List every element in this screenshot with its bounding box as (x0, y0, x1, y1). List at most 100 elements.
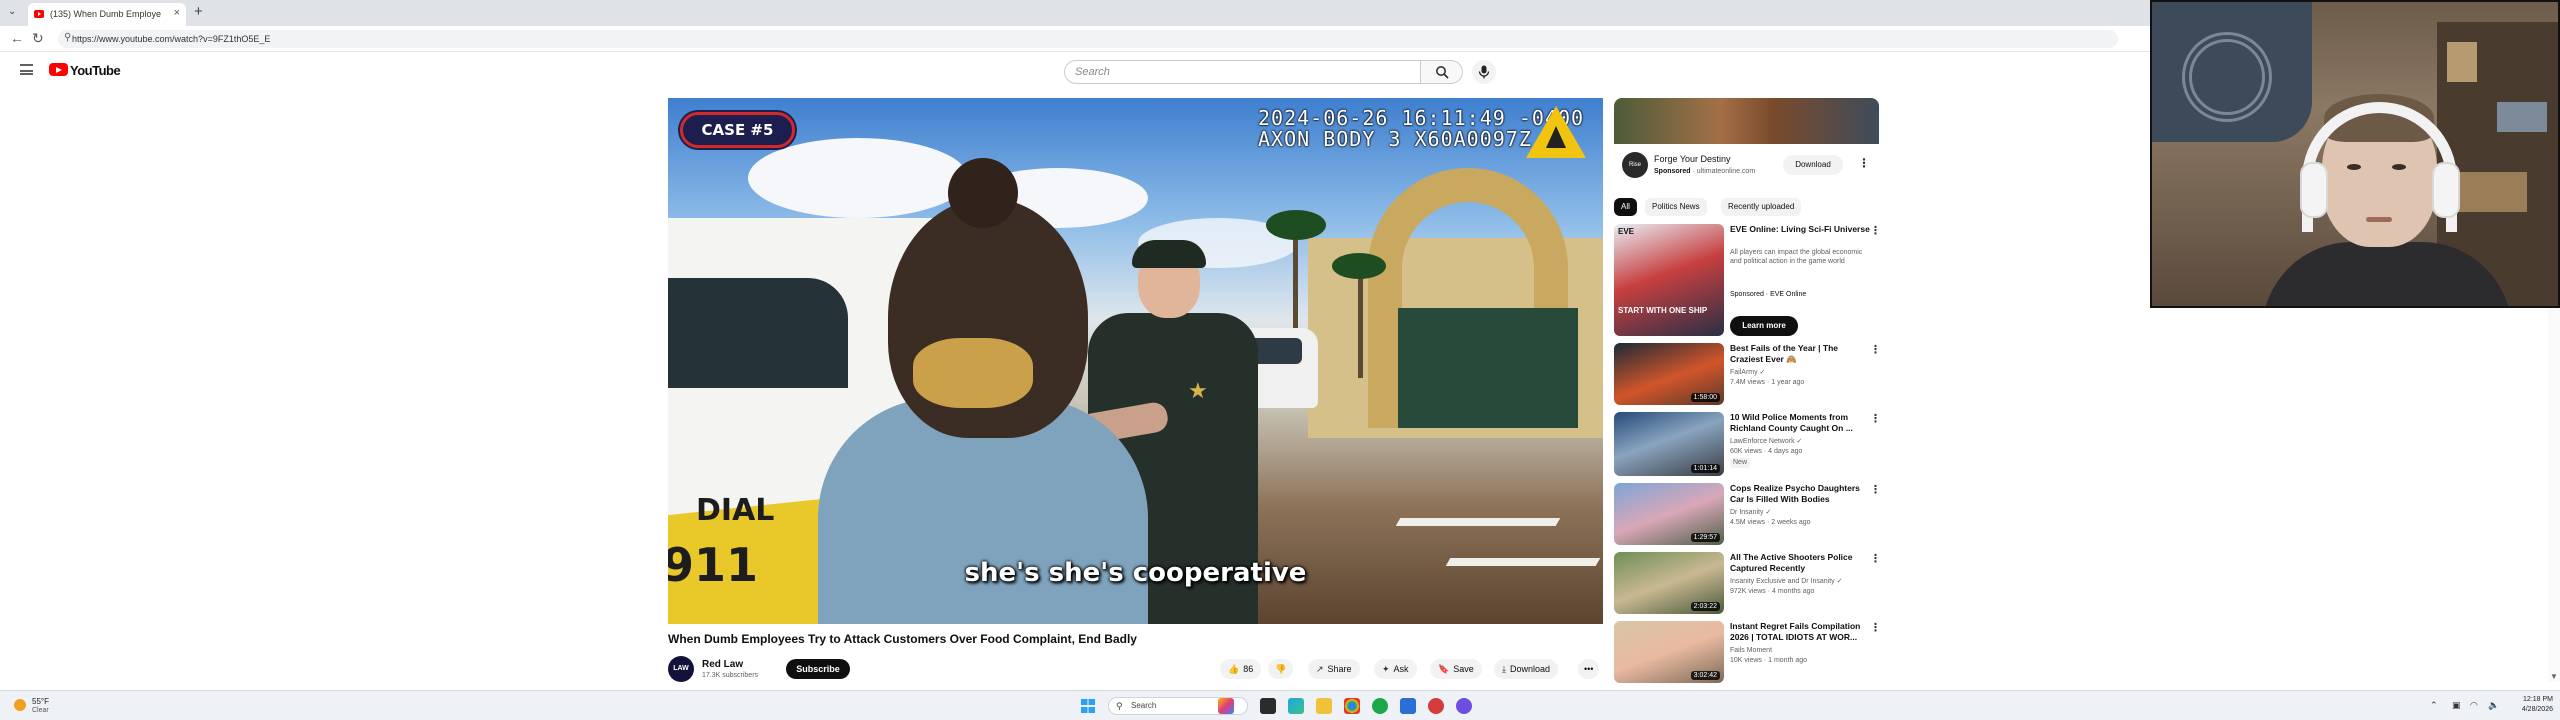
recommendation-item[interactable]: 3:02:42 Instant Regret Fails Compilation… (1614, 621, 1884, 685)
learn-more-button[interactable]: Learn more (1730, 316, 1798, 336)
youtube-logo-icon[interactable] (49, 63, 68, 76)
video-thumbnail[interactable]: 1:29:57 (1614, 483, 1724, 545)
subject-figure (818, 138, 1148, 624)
recommendation-title[interactable]: Best Fails of the Year | The Craziest Ev… (1730, 343, 1870, 365)
chip-all[interactable]: All (1614, 198, 1637, 216)
ask-button[interactable]: ✦ Ask (1374, 659, 1417, 679)
bookmark-icon: 🔖 (1438, 664, 1450, 674)
more-kebab-icon[interactable]: ⋮ (1870, 483, 1881, 496)
scroll-down-arrow-icon[interactable]: ▼ (2550, 672, 2558, 681)
video-thumbnail[interactable]: 1:58:00 (1614, 343, 1724, 405)
recommendation-title[interactable]: All The Active Shooters Police Captured … (1730, 552, 1870, 574)
recommendation-stats: 10K views · 1 month ago (1730, 657, 1808, 664)
taskbar-search-placeholder: Search (1131, 701, 1157, 710)
media-app-icon[interactable] (1428, 698, 1444, 714)
edge-app-icon[interactable] (1288, 698, 1304, 714)
more-kebab-icon[interactable]: ⋮ (1870, 621, 1881, 634)
hamburger-menu-icon[interactable] (20, 64, 33, 75)
voice-search-button[interactable] (1472, 60, 1496, 84)
search-input[interactable]: Search (1064, 60, 1421, 84)
wifi-icon[interactable]: ◠ (2470, 700, 2478, 711)
video-caption: she's she's cooperative (964, 558, 1307, 588)
download-button[interactable]: ⤓ Download (1494, 659, 1559, 679)
recommendation-title[interactable]: EVE Online: Living Sci-Fi Universe (1730, 224, 1870, 235)
chip-recently-uploaded[interactable]: Recently uploaded (1721, 198, 1802, 216)
video-player[interactable]: DIAL 911 ★ CASE #5 2024-06-26 16:11:49 -… (668, 98, 1603, 624)
recommendation-title[interactable]: Instant Regret Fails Compilation 2026 | … (1730, 621, 1870, 643)
channel-avatar[interactable]: LAW (668, 656, 694, 682)
more-kebab-icon[interactable]: ⋮ (1870, 343, 1881, 356)
sparkle-icon: ✦ (1382, 664, 1390, 674)
search-button[interactable] (1421, 60, 1463, 84)
chrome-app-icon[interactable] (1344, 698, 1360, 714)
recommendation-channel[interactable]: Fails Moment (1730, 646, 1772, 656)
discord-app-icon[interactable] (1456, 698, 1472, 714)
recommendation-item[interactable]: 1:01:14 10 Wild Police Moments from Rich… (1614, 412, 1884, 478)
more-actions-button[interactable]: ••• (1578, 659, 1600, 679)
recommendation-channel[interactable]: Insanity Exclusive and Dr Insanity ✓ (1730, 577, 1842, 587)
weather-temperature[interactable]: 55°F (32, 697, 49, 706)
new-tab-button[interactable]: + (194, 3, 203, 20)
channel-name[interactable]: Red Law (702, 659, 743, 670)
back-arrow-icon[interactable]: ← (10, 30, 24, 46)
reload-icon[interactable]: ↻ (32, 30, 44, 47)
youtube-wordmark[interactable]: YouTube (70, 63, 121, 78)
recommendation-channel[interactable]: FailArmy ✓ (1730, 368, 1765, 378)
share-button[interactable]: ↗ Share (1308, 659, 1360, 679)
subscribe-button[interactable]: Subscribe (786, 659, 850, 679)
search-icon (1436, 66, 1449, 79)
ad-download-button[interactable]: Download (1783, 155, 1843, 175)
more-kebab-icon[interactable]: ⋮ (1870, 552, 1881, 565)
spotify-app-icon[interactable] (1372, 698, 1388, 714)
car-decal-text: DIAL (696, 493, 775, 528)
recommendation-item[interactable]: 2:03:22 All The Active Shooters Police C… (1614, 552, 1884, 616)
more-kebab-icon[interactable]: ⋮ (1870, 412, 1881, 425)
site-info-icon[interactable]: ⚲ (64, 32, 71, 43)
recommendation-sponsor: Sponsored · EVE Online (1730, 291, 1807, 298)
volume-icon[interactable]: 🔈 (2488, 700, 2499, 711)
store-app-icon[interactable] (1400, 698, 1416, 714)
tray-app-icon[interactable]: ▣ (2452, 700, 2461, 711)
address-bar-row: ← ↻ ⚲ https://www.youtube.com/watch?v=9F… (0, 26, 2150, 52)
ad-domain: ultimateonline.com (1696, 168, 1756, 175)
recommendation-item[interactable]: 1:29:57 Cops Realize Psycho Daughters Ca… (1614, 483, 1884, 547)
tab-list-chevron-icon[interactable]: ⌄ (8, 6, 16, 17)
recommendation-channel[interactable]: Dr Insanity ✓ (1730, 508, 1771, 518)
url-field[interactable]: ⚲ https://www.youtube.com/watch?v=9FZ1th… (58, 30, 2118, 48)
copilot-app-icon[interactable] (1218, 698, 1234, 714)
video-duration: 1:58:00 (1690, 393, 1720, 402)
save-button[interactable]: 🔖 Save (1430, 659, 1482, 679)
windows-start-icon[interactable] (1081, 699, 1095, 713)
browser-tab-bar: ⌄ (135) When Dumb Employe × + (0, 0, 2150, 26)
weather-sun-icon[interactable] (14, 699, 26, 711)
recommendation-title[interactable]: 10 Wild Police Moments from Richland Cou… (1730, 412, 1870, 434)
recommendation-channel[interactable]: LawEnforce Network ✓ (1730, 437, 1802, 447)
clock-date[interactable]: 4/28/2026 (2513, 706, 2553, 713)
sidebar-ad-video[interactable]: EVE START WITH ONE SHIP EVE Online: Livi… (1614, 224, 1884, 338)
video-thumbnail[interactable]: 1:01:14 (1614, 412, 1724, 476)
sidebar-ad-banner[interactable] (1614, 98, 1879, 144)
browser-tab[interactable]: (135) When Dumb Employe × (28, 3, 186, 26)
recommendation-stats: 972K views · 4 months ago (1730, 588, 1815, 595)
thumbs-down-icon: 👎 (1275, 664, 1287, 674)
task-view-icon[interactable] (1260, 698, 1276, 714)
ad-more-kebab-icon[interactable]: ⋮ (1858, 156, 1870, 170)
recommendation-title[interactable]: Cops Realize Psycho Daughters Car Is Fil… (1730, 483, 1870, 505)
share-icon: ↗ (1316, 664, 1324, 674)
tab-close-icon[interactable]: × (174, 7, 180, 19)
file-explorer-icon[interactable] (1316, 698, 1332, 714)
video-thumbnail[interactable]: 3:02:42 (1614, 621, 1724, 683)
dislike-button[interactable]: 👎 (1268, 659, 1294, 679)
ad-title[interactable]: Forge Your Destiny (1654, 154, 1731, 164)
tray-overflow-chevron-icon[interactable]: ⌃ (2430, 700, 2438, 711)
video-thumbnail[interactable]: EVE START WITH ONE SHIP (1614, 224, 1724, 336)
chip-politics-news[interactable]: Politics News (1645, 198, 1707, 216)
recommendation-item[interactable]: 1:58:00 Best Fails of the Year | The Cra… (1614, 343, 1884, 407)
like-count: 86 (1243, 664, 1254, 674)
more-kebab-icon[interactable]: ⋮ (1870, 224, 1881, 237)
ad-advertiser-logo[interactable]: Rise (1622, 152, 1648, 178)
storefront (1398, 308, 1578, 428)
video-thumbnail[interactable]: 2:03:22 (1614, 552, 1724, 614)
like-button[interactable]: 👍 86 (1220, 659, 1262, 679)
clock-time[interactable]: 12:18 PM (2513, 696, 2553, 703)
